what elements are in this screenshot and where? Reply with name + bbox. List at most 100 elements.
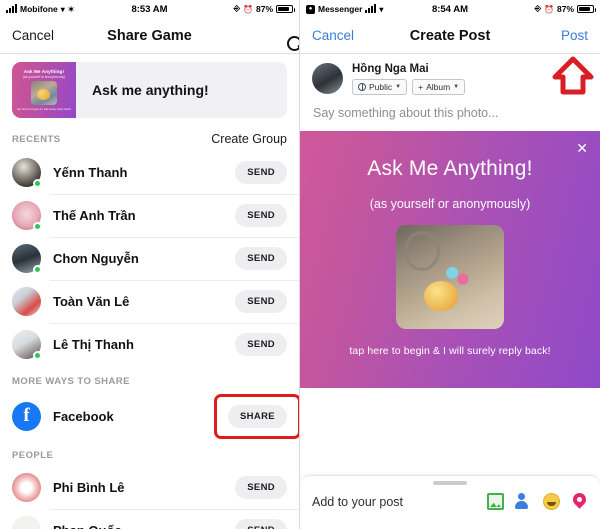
wifi-icon: ▾ xyxy=(379,4,384,14)
screenshot-comparison: Mobifone ▾ ✶ 8:53 AM ⎆ ⏰ 87% Cancel Shar… xyxy=(0,0,600,529)
thumb-title: Ask Me Anything! xyxy=(23,69,65,74)
table-row[interactable]: Thế Anh Trần SEND xyxy=(0,194,299,237)
plus-icon: + xyxy=(418,82,424,92)
card-title: Ask Me Anything! xyxy=(367,157,533,180)
online-indicator xyxy=(33,179,42,188)
contact-name: Thế Anh Trần xyxy=(53,208,136,223)
signal-bars-icon xyxy=(365,4,377,13)
avatar xyxy=(12,287,41,316)
send-button[interactable]: SEND xyxy=(235,519,287,529)
photo-icon[interactable] xyxy=(487,493,504,510)
table-row[interactable]: Lê Thị Thanh SEND xyxy=(0,323,299,366)
game-card[interactable]: Ask Me Anything! (as yourself or anonymo… xyxy=(12,62,287,118)
table-row[interactable]: Toàn Văn Lê SEND xyxy=(0,280,299,323)
recents-label: RECENTS xyxy=(12,133,61,145)
recents-section-header: RECENTS Create Group xyxy=(0,128,299,151)
contact-name: Lê Thị Thanh xyxy=(53,337,134,352)
chevron-down-icon: ▼ xyxy=(395,84,402,90)
thumb-photo xyxy=(31,81,57,105)
red-up-arrow-annotation xyxy=(552,56,594,95)
avatar xyxy=(12,516,41,529)
wifi-icon: ▾ xyxy=(60,4,65,14)
send-button[interactable]: SEND xyxy=(235,290,287,313)
carrier-label: Messenger xyxy=(318,4,363,14)
share-button-wrapper[interactable]: SHARE xyxy=(213,393,299,439)
alarm-icon: ⏰ xyxy=(544,4,554,14)
post-button[interactable]: Post xyxy=(561,28,588,43)
privacy-selector[interactable]: Public ▼ xyxy=(352,79,408,95)
right-navbar: Cancel Create Post Post xyxy=(300,18,600,54)
cancel-button[interactable]: Cancel xyxy=(312,28,354,43)
attached-game-card[interactable]: ✕ Ask Me Anything! (as yourself or anony… xyxy=(300,131,600,388)
table-row[interactable]: Phi Bình Lê SEND xyxy=(0,466,299,509)
left-navbar: Cancel Share Game xyxy=(0,18,299,54)
table-row[interactable]: Yếnn Thanh SEND xyxy=(0,151,299,194)
location-pin-icon[interactable] xyxy=(571,493,588,510)
more-ways-section-header: MORE WAYS TO SHARE xyxy=(0,366,299,392)
user-name: Hồng Nga Mai xyxy=(352,63,429,75)
battery-percent-label: 87% xyxy=(556,4,574,14)
contact-name: Yếnn Thanh xyxy=(53,165,128,180)
spinner-icon: ✶ xyxy=(67,4,75,14)
avatar[interactable] xyxy=(312,63,343,94)
add-to-post-label: Add to your post xyxy=(312,494,404,509)
battery-icon xyxy=(577,5,596,13)
facebook-share-row[interactable]: f Facebook SHARE xyxy=(0,392,299,440)
create-group-button[interactable]: Create Group xyxy=(211,132,287,146)
battery-percent-label: 87% xyxy=(255,4,273,14)
post-text-input[interactable]: Say something about this photo... xyxy=(300,95,600,131)
contact-name: Toàn Văn Lê xyxy=(53,294,130,309)
online-indicator xyxy=(33,351,42,360)
online-indicator xyxy=(33,222,42,231)
privacy-label: Public xyxy=(369,82,393,92)
share-button[interactable]: SHARE xyxy=(227,404,287,428)
table-row[interactable]: Phan Quốc SEND xyxy=(0,509,299,529)
left-status-bar: Mobifone ▾ ✶ 8:53 AM ⎆ ⏰ 87% xyxy=(0,0,299,18)
avatar xyxy=(12,158,42,188)
send-button[interactable]: SEND xyxy=(235,476,287,499)
avatar xyxy=(12,201,42,231)
card-photo xyxy=(396,225,504,329)
messenger-badge-icon: ● xyxy=(306,4,315,14)
game-title: Ask me anything! xyxy=(92,82,209,98)
alarm-icon: ⏰ xyxy=(243,4,253,14)
game-thumbnail: Ask Me Anything! (as yourself or anonymo… xyxy=(12,62,76,118)
thumb-tagline: tap here to begin & I will surely reply … xyxy=(16,107,72,111)
contact-name: Chơn Nguyễn xyxy=(53,251,139,266)
online-indicator xyxy=(33,265,42,274)
game-card-row[interactable]: Ask Me Anything! (as yourself or anonymo… xyxy=(0,54,299,128)
table-row[interactable]: Chơn Nguyễn SEND xyxy=(0,237,299,280)
album-label: Album xyxy=(426,82,451,92)
avatar xyxy=(12,473,41,502)
contact-name: Phi Bình Lê xyxy=(53,480,125,495)
more-ways-label: MORE WAYS TO SHARE xyxy=(12,376,130,387)
send-button[interactable]: SEND xyxy=(235,204,287,227)
people-label: PEOPLE xyxy=(12,450,54,461)
chevron-down-icon: ▼ xyxy=(453,84,460,90)
signal-bars-icon xyxy=(6,4,17,13)
rotation-lock-icon: ⎆ xyxy=(233,4,241,13)
card-subtitle: (as yourself or anonymously) xyxy=(369,197,531,211)
avatar xyxy=(12,330,42,360)
emoji-icon[interactable] xyxy=(543,493,560,510)
battery-icon xyxy=(276,5,295,13)
people-section-header: PEOPLE xyxy=(0,440,299,466)
tag-friend-icon[interactable] xyxy=(515,493,532,510)
cancel-button[interactable]: Cancel xyxy=(12,28,54,43)
send-button[interactable]: SEND xyxy=(235,333,287,356)
send-button[interactable]: SEND xyxy=(235,161,287,184)
facebook-icon: f xyxy=(12,401,41,431)
send-button[interactable]: SEND xyxy=(235,247,287,270)
album-selector[interactable]: + Album ▼ xyxy=(412,79,466,95)
right-status-bar: ● Messenger ▾ 8:54 AM ⎆ ⏰ 87% xyxy=(300,0,600,18)
carrier-label: Mobifone xyxy=(20,4,58,14)
rotation-lock-icon: ⎆ xyxy=(534,4,542,13)
globe-icon xyxy=(358,83,366,91)
right-screen-create-post: ● Messenger ▾ 8:54 AM ⎆ ⏰ 87% Cancel Cre… xyxy=(300,0,600,529)
add-to-post-bar: Add to your post xyxy=(300,475,600,529)
thumb-subtitle: (as yourself or anonymously) xyxy=(22,75,66,79)
left-screen-share-game: Mobifone ▾ ✶ 8:53 AM ⎆ ⏰ 87% Cancel Shar… xyxy=(0,0,300,529)
card-tagline: tap here to begin & I will surely reply … xyxy=(349,345,551,357)
avatar xyxy=(12,244,42,274)
close-icon[interactable]: ✕ xyxy=(576,141,588,155)
